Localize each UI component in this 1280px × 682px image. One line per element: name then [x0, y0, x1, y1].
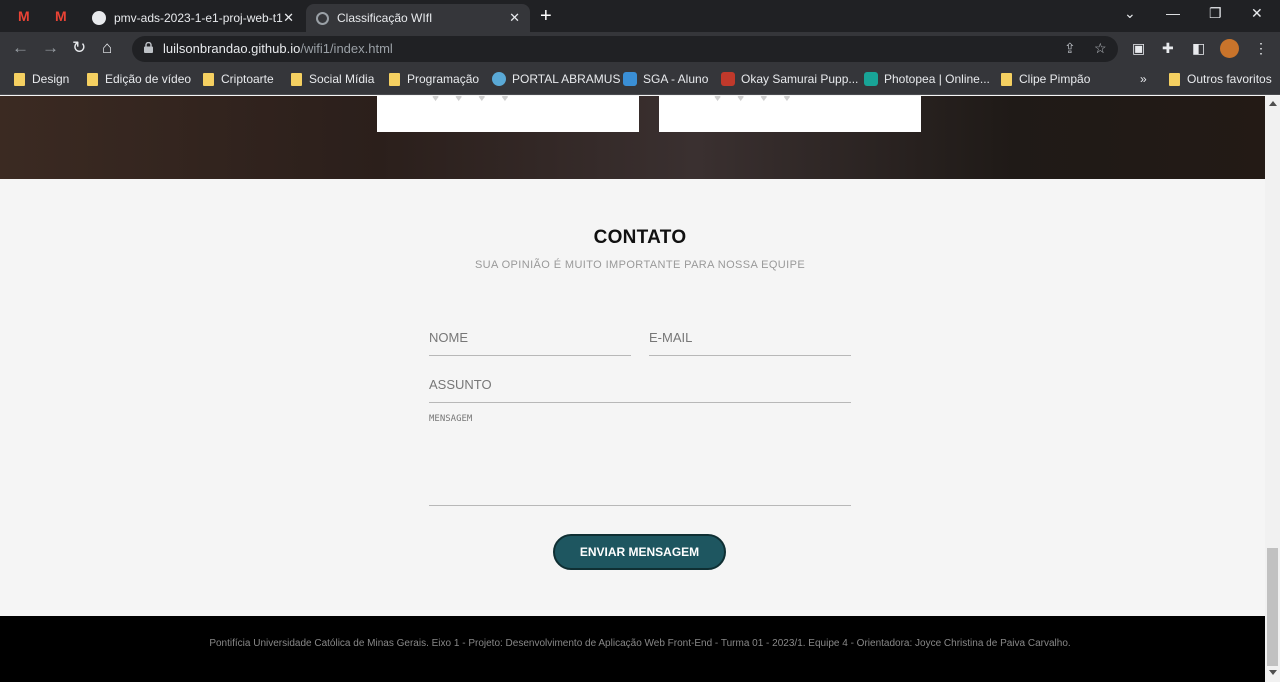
bookmark-folder-video[interactable]: Edição de vídeo: [87, 72, 191, 86]
menu-dots-icon[interactable]: ⋮: [1254, 40, 1268, 57]
address-bar[interactable]: luilsonbrandao.github.io/wifi1/index.htm…: [132, 36, 1118, 62]
abramus-icon: [492, 72, 506, 86]
reload-icon[interactable]: ↻: [72, 38, 86, 58]
back-icon[interactable]: ←: [12, 38, 29, 58]
social-icons: ♦♦♦♦: [714, 96, 807, 104]
subject-placeholder: ASSUNTO: [429, 377, 492, 392]
bookmarks-bar: Design Edição de vídeo Criptoarte Social…: [0, 66, 1280, 95]
name-placeholder: NOME: [429, 330, 468, 345]
side-panel-icon[interactable]: ◧: [1192, 40, 1205, 57]
restore-button[interactable]: ❐: [1209, 5, 1222, 22]
close-tab-icon[interactable]: ✕: [509, 10, 520, 26]
send-message-button[interactable]: ENVIAR MENSAGEM: [553, 534, 726, 570]
scrollbar-thumb[interactable]: [1267, 548, 1278, 666]
bookmark-photopea[interactable]: Photopea | Online...: [864, 72, 990, 86]
message-placeholder: MENSAGEM: [429, 414, 473, 424]
footer-text: Pontifícia Universidade Católica de Mina…: [209, 638, 1071, 649]
page-viewport: ♦♦♦♦ ♦♦♦♦ CONTATO SUA OPINIÃO É MUITO IM…: [0, 96, 1265, 682]
gmail-tab-icon[interactable]: M: [18, 8, 30, 24]
bookmark-folder-programacao[interactable]: Programação: [389, 72, 479, 86]
globe-icon: [316, 11, 329, 25]
tab-github[interactable]: pmv-ads-2023-1-e1-proj-web-t1 ✕: [82, 4, 304, 32]
tab-title: Classificação WIfI: [337, 11, 433, 25]
forward-icon[interactable]: →: [42, 38, 59, 58]
scroll-up-arrow[interactable]: [1269, 101, 1277, 106]
folder-icon: [1169, 72, 1180, 86]
contact-subtitle: SUA OPINIÃO É MUITO IMPORTANTE PARA NOSS…: [474, 259, 806, 271]
home-icon[interactable]: ⌂: [102, 38, 112, 58]
folder-icon: [203, 72, 214, 86]
github-icon: [92, 11, 106, 25]
folder-icon: [14, 72, 25, 86]
social-icons: ♦♦♦♦: [432, 96, 525, 104]
bookmark-folder-criptoarte[interactable]: Criptoarte: [203, 72, 274, 86]
lock-icon: [144, 42, 153, 53]
team-card: ♦♦♦♦: [377, 96, 639, 132]
new-tab-button[interactable]: +: [540, 5, 552, 28]
scroll-down-arrow[interactable]: [1269, 670, 1277, 675]
share-icon[interactable]: ⇪: [1064, 40, 1076, 57]
message-field[interactable]: MENSAGEM: [429, 408, 851, 506]
folder-icon: [291, 72, 302, 86]
bookmark-abramus[interactable]: PORTAL ABRAMUS: [492, 72, 620, 86]
bookmark-folder-design[interactable]: Design: [14, 72, 69, 86]
browser-toolbar: ← → ↻ ⌂ luilsonbrandao.github.io/wifi1/i…: [0, 32, 1280, 66]
close-window-button[interactable]: ✕: [1251, 5, 1263, 22]
tab-classificacao[interactable]: Classificação WIfI ✕: [306, 4, 530, 32]
email-placeholder: E-MAIL: [649, 330, 693, 345]
notion-extension-icon[interactable]: ▣: [1132, 40, 1145, 57]
photopea-icon: [864, 72, 878, 86]
bookmark-folder-clipe[interactable]: Clipe Pimpão: [1001, 72, 1090, 86]
url-text[interactable]: luilsonbrandao.github.io/wifi1/index.htm…: [163, 41, 393, 56]
profile-avatar[interactable]: [1220, 39, 1239, 58]
samurai-icon: [721, 72, 735, 86]
browser-tabstrip: M M pmv-ads-2023-1-e1-proj-web-t1 ✕ Clas…: [0, 0, 1280, 32]
bookmark-folder-social[interactable]: Social Mídia: [291, 72, 374, 86]
tab-title: pmv-ads-2023-1-e1-proj-web-t1: [114, 11, 283, 25]
minimize-button[interactable]: —: [1166, 5, 1180, 21]
extensions-puzzle-icon[interactable]: ✚: [1162, 40, 1174, 57]
folder-icon: [1001, 72, 1012, 86]
contact-title: CONTATO: [593, 227, 687, 248]
team-card: ♦♦♦♦: [659, 96, 921, 132]
bookmark-okay-samurai[interactable]: Okay Samurai Pupp...: [721, 72, 858, 86]
gmail-tab-icon-2[interactable]: M: [55, 8, 67, 24]
vertical-scrollbar[interactable]: [1265, 96, 1280, 682]
hero-background-image: ♦♦♦♦ ♦♦♦♦: [0, 96, 1265, 179]
sga-icon: [623, 72, 637, 86]
name-field[interactable]: NOME: [429, 322, 631, 356]
bookmarks-overflow-button[interactable]: »: [1140, 72, 1147, 86]
bookmark-sga[interactable]: SGA - Aluno: [623, 72, 708, 86]
tab-search-icon[interactable]: ⌄: [1124, 5, 1136, 22]
email-field[interactable]: E-MAIL: [649, 322, 851, 356]
folder-icon: [389, 72, 400, 86]
bookmark-star-icon[interactable]: ☆: [1094, 40, 1107, 57]
folder-icon: [87, 72, 98, 86]
bookmark-folder-outros[interactable]: Outros favoritos: [1169, 72, 1272, 86]
close-tab-icon[interactable]: ✕: [283, 10, 294, 26]
subject-field[interactable]: ASSUNTO: [429, 369, 851, 403]
footer: Pontifícia Universidade Católica de Mina…: [0, 616, 1265, 682]
